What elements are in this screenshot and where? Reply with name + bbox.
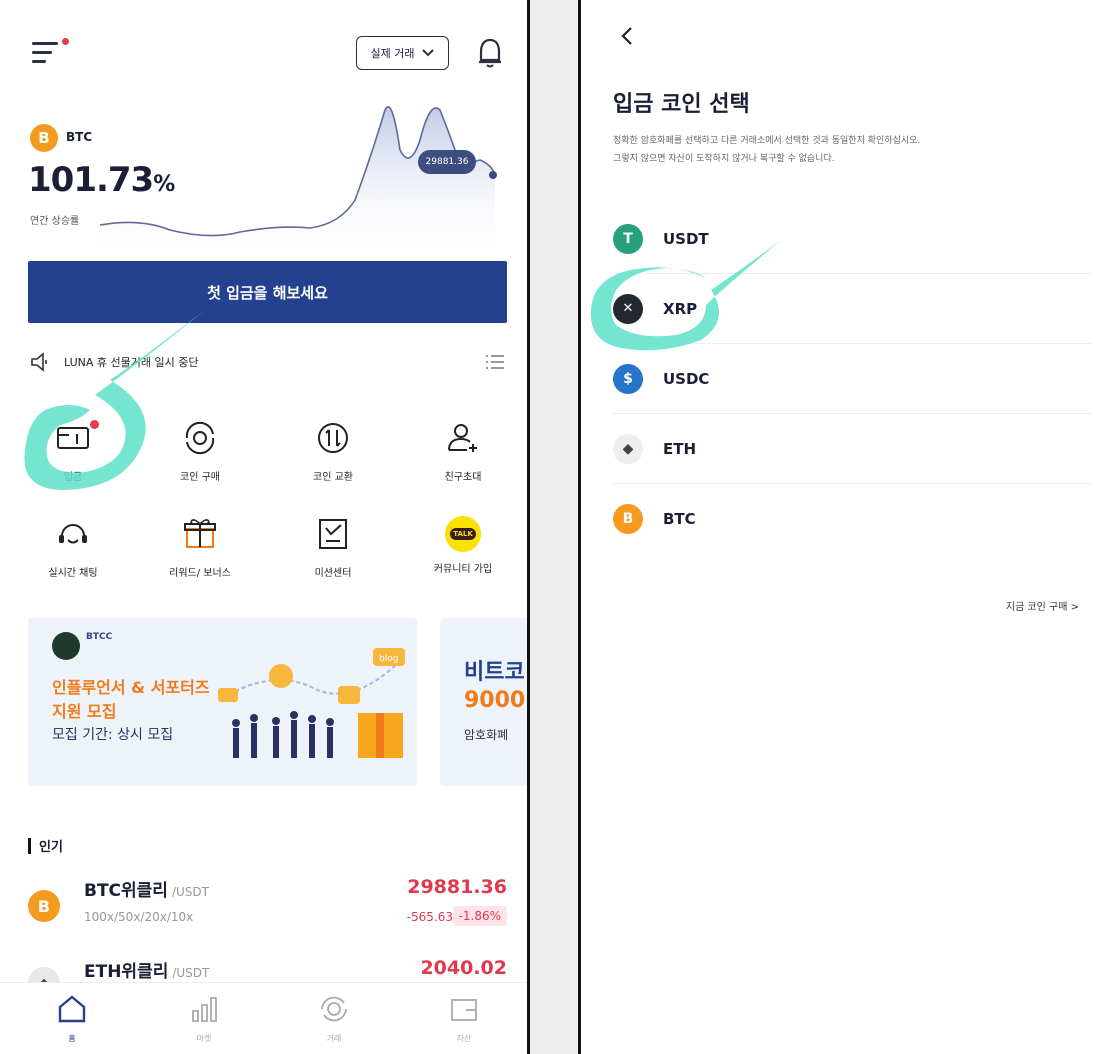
grid-label: 친구초대 [444,472,482,483]
deposit-badge-dot [90,420,99,429]
banner-headline-1: 인플루언서 & 서포터즈 [52,678,210,697]
secondary-banner[interactable]: 비트코 9000 암호화폐 [440,618,527,786]
grid-coin-swap[interactable]: 코인 교환 [278,420,388,483]
hero-coin-label: BTC [66,130,93,144]
notice-bar[interactable]: LUNA 휴 선물거래 일시 중단 [30,348,506,376]
page-description: 정확한 암호화폐를 선택하고 다른 거래소에서 선택한 것과 동일한지 확인하십… [613,136,921,164]
btcc-logo [52,632,80,660]
wallet-icon [451,999,477,1021]
grid-label: 커뮤니티 가입 [433,564,493,575]
nav-home[interactable]: 홈 [32,993,112,1044]
grid-label: 실시간 채팅 [48,568,98,579]
nav-market[interactable]: 마켓 [164,993,244,1044]
trade-icon [321,996,347,1022]
grid-label: 코인 구매 [180,472,220,483]
gift-icon [184,519,216,548]
nav-label: 거래 [326,1034,342,1043]
grid-label: 미션센터 [314,568,352,579]
notice-text: LUNA 휴 선물거래 일시 중단 [64,356,199,369]
nav-assets[interactable]: 자산 [424,993,504,1044]
market-icon [192,997,217,1022]
highlight-annotation [24,310,205,490]
headset-icon [59,524,87,544]
banner2-line-3: 암호화폐 [464,728,509,742]
btc-coin-icon: B [30,124,58,152]
grid-rewards[interactable]: 리워드/ 보너스 [145,516,255,579]
banner-illustration: blog [218,648,405,758]
btc-icon: B [613,504,643,534]
invite-friend-icon [448,424,477,452]
xrp-icon: ✕ [613,293,643,324]
popular-section-title: 인기 [28,836,63,855]
market-row-btc[interactable]: B BTC위클리/USDT 100x/50x/20x/10x 29881.36 … [28,876,507,946]
coin-symbol: XRP [663,299,698,318]
usdc-icon: $ [613,363,643,394]
coin-option-usdc[interactable]: $ USDC [613,344,1091,414]
chevron-down-icon [422,49,435,57]
grid-deposit[interactable]: 입금 [18,420,128,483]
coin-buy-icon [185,421,215,455]
coin-symbol: USDC [663,369,710,388]
banner-brand: BTCC [86,632,113,642]
market-change: -565.63 [406,910,453,924]
banner-blog-tag: blog [379,654,398,664]
coin-symbol: ETH [663,439,697,458]
home-screen: 실제 거래 B BTC 101.73% 연간 상승률 29881.36 첫 입금… [0,0,530,1054]
grid-label: 입금 [63,472,83,483]
btc-coin-icon: B [28,890,60,922]
grid-label: 리워드/ 보너스 [169,568,231,579]
grid-community[interactable]: TALK 커뮤니티 가입 [408,516,518,575]
usdt-icon: T [613,223,643,254]
coin-symbol: BTC [663,510,696,528]
coin-option-eth[interactable]: ◆ ETH [613,414,1091,484]
coin-option-btc[interactable]: B BTC [613,484,1091,554]
market-price: 2040.02 [420,957,507,979]
coin-swap-icon [318,423,348,453]
banner2-line-2: 9000 [464,688,526,713]
bottom-navigation: 홈 마켓 거래 자산 [0,982,527,1054]
grid-coin-buy[interactable]: 코인 구매 [145,420,255,483]
nav-trade[interactable]: 거래 [294,993,374,1044]
grid-label: 코인 교환 [313,472,353,483]
coin-symbol: USDT [663,229,709,248]
coin-option-usdt[interactable]: T USDT [613,204,1091,274]
nav-label: 홈 [68,1034,76,1043]
deposit-icon [57,427,89,449]
eth-icon: ◆ [613,433,643,464]
chevron-left-icon[interactable] [617,22,637,50]
grid-invite[interactable]: 친구초대 [408,420,518,483]
trade-mode-label: 실제 거래 [370,47,415,60]
influencer-banner[interactable]: BTCC 인플루언서 & 서포터즈 지원 모집 모집 기간: 상시 모집 blo… [28,618,417,786]
speaker-icon [31,352,47,372]
list-icon[interactable] [484,351,506,373]
bell-icon[interactable] [476,36,504,70]
page-title: 입금 코인 선택 [613,92,750,117]
banner-subtitle: 모집 기간: 상시 모집 [52,727,174,743]
home-icon [58,995,86,1023]
coin-option-xrp[interactable]: ✕ XRP [613,274,1091,344]
mission-icon [319,519,347,549]
notification-dot [62,38,69,45]
talk-icon: TALK [445,516,481,552]
banner2-line-1: 비트코 [464,660,525,685]
hamburger-icon[interactable] [32,38,69,66]
buy-coin-link[interactable]: 지금 코인 구매 > [1006,598,1079,613]
market-name: ETH위클리/USDT [84,962,210,982]
market-name: BTC위클리/USDT [84,881,209,901]
grid-mission[interactable]: 미션센터 [278,516,388,579]
screen-gap [530,0,578,1054]
select-deposit-coin-screen: 입금 코인 선택 정확한 암호화폐를 선택하고 다른 거래소에서 선택한 것과 … [578,0,1097,1054]
btc-sparkline-chart [100,106,497,260]
annual-return-label: 연간 상승률 [30,216,80,227]
first-deposit-button[interactable]: 첫 입금을 해보세요 [28,261,507,323]
grid-live-chat[interactable]: 실시간 채팅 [18,516,128,579]
market-change-pct: -1.86% [452,906,507,926]
market-price: 29881.36 [407,876,507,898]
nav-label: 마켓 [196,1034,212,1043]
trade-mode-select[interactable]: 실제 거래 [356,36,449,70]
nav-label: 자산 [456,1034,472,1043]
market-leverage: 100x/50x/20x/10x [84,910,194,924]
banner-headline-2: 지원 모집 [52,702,117,721]
chart-price-tag: 29881.36 [418,150,476,174]
